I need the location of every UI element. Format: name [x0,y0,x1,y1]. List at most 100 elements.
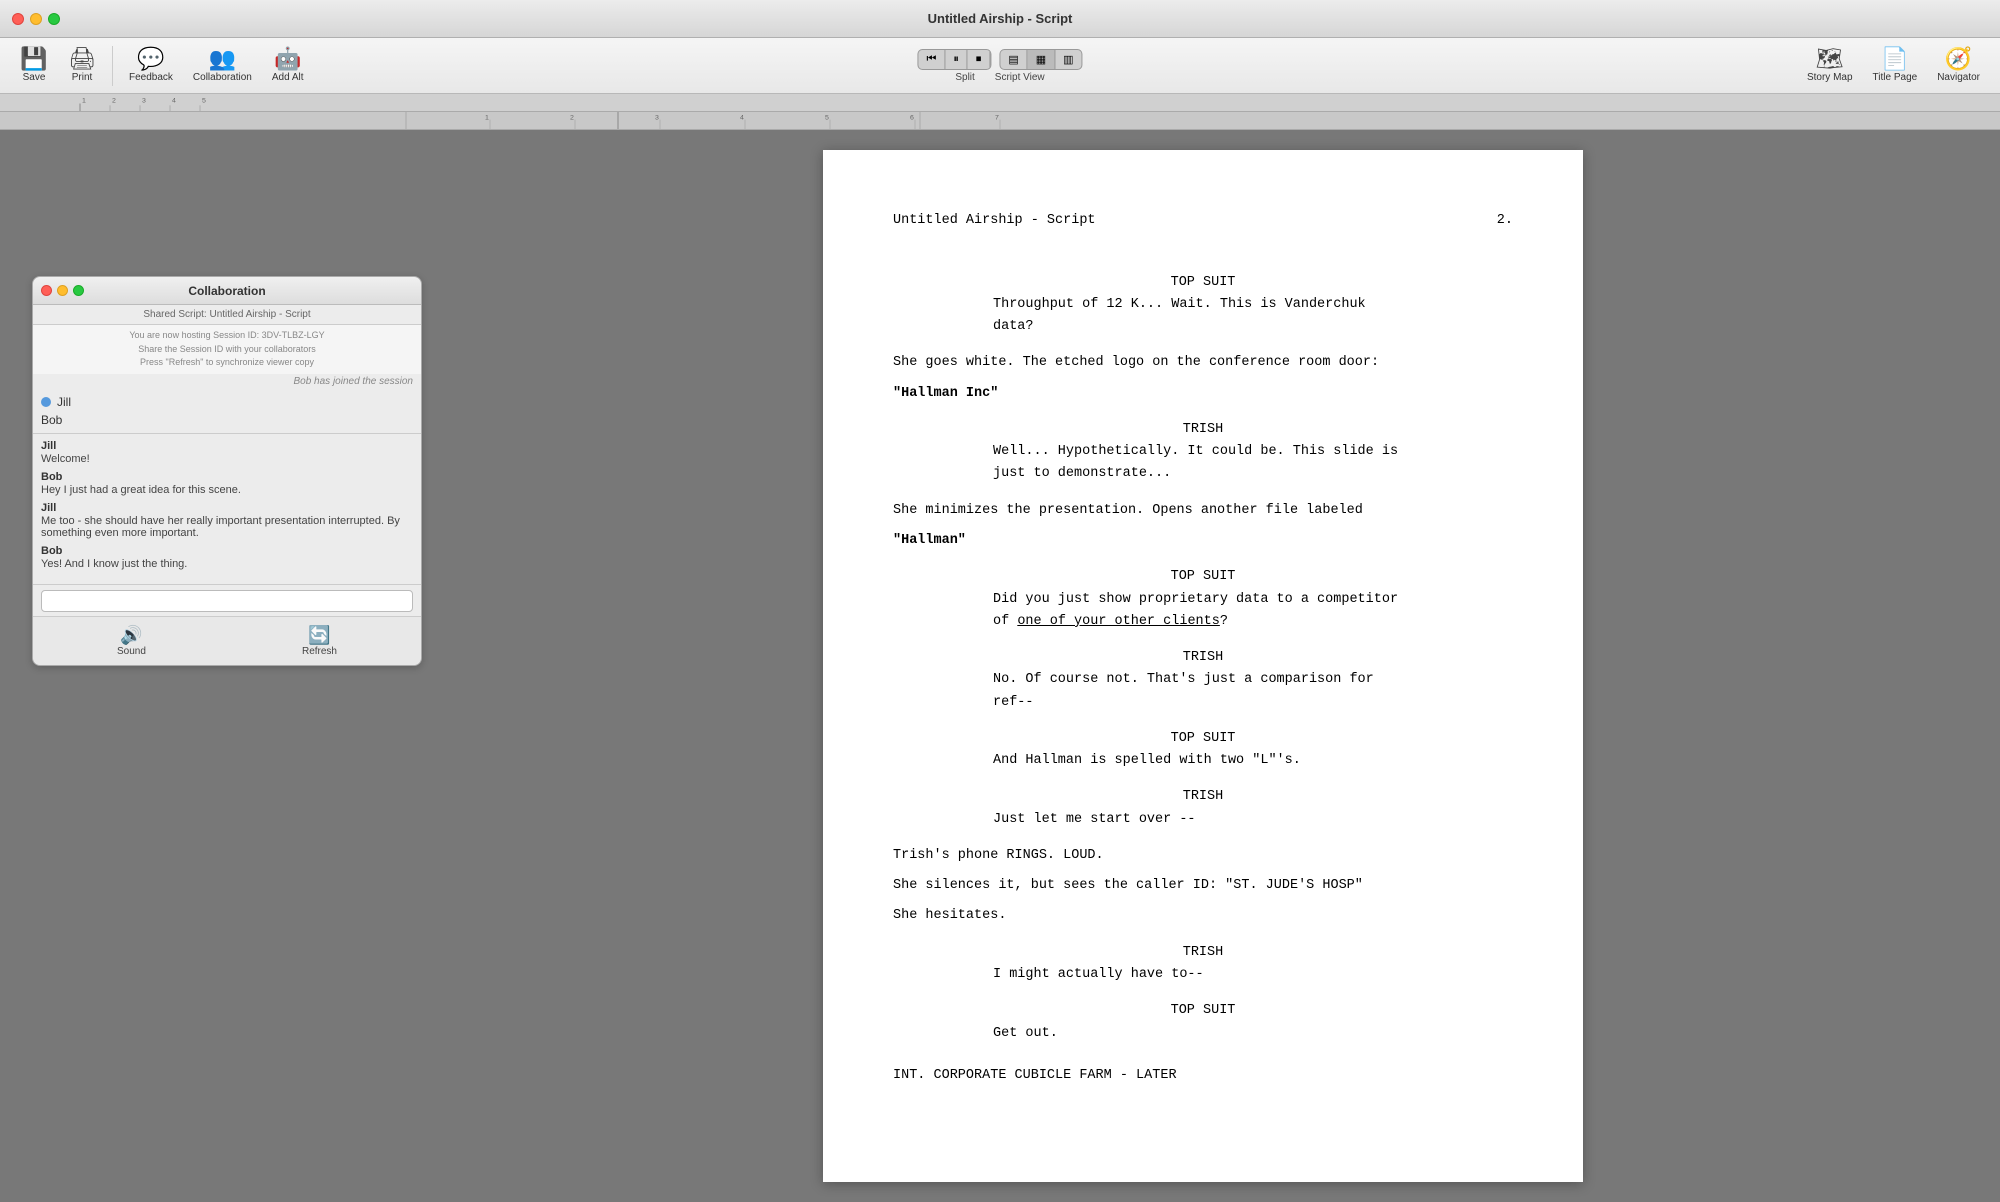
session-share: Share the Session ID with your collabora… [41,343,413,357]
svg-text:2: 2 [570,115,574,122]
chat-message-1: Jill Welcome! [41,440,413,465]
session-refresh: Press "Refresh" to synchronize viewer co… [41,356,413,370]
view-controls: ▤ ▦ ▥ [999,49,1082,70]
jill-indicator [41,397,51,407]
chat-input[interactable] [41,590,413,612]
jill-name: Jill [57,395,71,409]
feedback-button[interactable]: 💬 Feedback [121,44,181,87]
window-title: Untitled Airship - Script [928,11,1073,26]
view-btn-3[interactable]: ▥ [1055,50,1081,69]
story-map-button[interactable]: 🗺 Story Map [1799,44,1861,87]
navigator-icon: 🧭 [1945,48,1972,70]
svg-text:1: 1 [485,115,489,122]
collab-user-jill: Jill [41,393,413,411]
maximize-button[interactable] [48,13,60,25]
title-bar: Untitled Airship - Script [0,0,2000,38]
save-icon: 💾 [20,48,47,70]
svg-text:6: 6 [910,115,914,122]
chat-message-4: Bob Yes! And I know just the thing. [41,545,413,570]
print-label: Print [72,72,93,83]
collab-user-list: Jill Bob [33,389,421,434]
chat-message-3: Jill Me too - she should have her really… [41,502,413,539]
collab-bottom-bar: 🔊 Sound 🔄 Refresh [33,616,421,665]
collaboration-button[interactable]: 👥 Collaboration [185,44,260,87]
sound-button[interactable]: 🔊 Sound [109,623,154,659]
action-white: She goes white. The etched logo on the c… [893,352,1513,374]
print-button[interactable]: 🖨 Print [60,44,104,87]
chat-text-2: Hey I just had a great idea for this sce… [41,484,413,496]
refresh-label: Refresh [302,646,337,657]
top-ruler: 1 2 3 4 5 [0,94,2000,112]
collab-min-button[interactable] [57,285,68,296]
traffic-lights [12,13,60,25]
svg-text:3: 3 [142,98,146,105]
minimize-button[interactable] [30,13,42,25]
collaboration-panel: Collaboration Shared Script: Untitled Ai… [32,276,422,666]
addalt-button[interactable]: 🤖 Add Alt [264,44,312,87]
chat-input-area [33,584,421,616]
chat-sender-4: Bob [41,545,413,557]
char-top-suit-4: TOP SUIT [893,1000,1513,1022]
save-label: Save [23,72,46,83]
char-trish-3: TRISH [893,786,1513,808]
title-page-icon: 📄 [1881,48,1908,70]
pause-button[interactable]: ⏸ [945,50,968,69]
right-toolbar: 🗺 Story Map 📄 Title Page 🧭 Navigator [1799,44,1988,87]
story-map-icon: 🗺 [1816,48,1844,70]
print-icon: 🖨 [68,48,96,70]
script-view-label: Script View [995,72,1045,83]
action-silences: She silences it, but sees the caller ID:… [893,875,1513,897]
svg-text:2: 2 [112,98,116,105]
view-btn-2[interactable]: ▦ [1028,50,1055,69]
char-trish-1: TRISH [893,419,1513,441]
sound-label: Sound [117,646,146,657]
action-hallman: "Hallman" [893,530,1513,552]
view-btn-1[interactable]: ▤ [1000,50,1027,69]
main-area: Collaboration Shared Script: Untitled Ai… [0,130,2000,1202]
stop-button[interactable]: ⏹ [968,50,991,69]
session-notice: You are now hosting Session ID: 3DV-TLBZ… [41,329,413,343]
script-page-num: 2. [1497,210,1513,232]
bob-name: Bob [41,413,62,427]
play-back-button[interactable]: ⏮ [918,50,945,69]
script-area[interactable]: Untitled Airship - Script 2. TOP SUIT Th… [406,130,2000,1202]
svg-text:4: 4 [740,115,744,122]
script-title: Untitled Airship - Script [893,210,1096,232]
char-top-suit-2: TOP SUIT [893,566,1513,588]
collab-title-bar: Collaboration [33,277,421,305]
collab-session-info: You are now hosting Session ID: 3DV-TLBZ… [33,325,421,374]
chat-sender-2: Bob [41,471,413,483]
close-button[interactable] [12,13,24,25]
chat-text-4: Yes! And I know just the thing. [41,558,413,570]
dialogue-top-suit-3: And Hallman is spelled with two "L"'s. [893,750,1513,772]
chat-message-2: Bob Hey I just had a great idea for this… [41,471,413,496]
collab-panel-title: Collaboration [188,284,265,298]
collaboration-icon: 👥 [209,48,236,70]
title-page-button[interactable]: 📄 Title Page [1865,44,1926,87]
collaboration-label: Collaboration [193,72,252,83]
collab-max-button[interactable] [73,285,84,296]
char-top-suit-3: TOP SUIT [893,728,1513,750]
content-ruler: 1 2 3 4 5 6 7 [0,112,2000,130]
script-content: TOP SUIT Throughput of 12 K... Wait. Thi… [893,272,1513,1087]
navigator-button[interactable]: 🧭 Navigator [1929,44,1988,87]
svg-text:7: 7 [995,115,999,122]
svg-text:4: 4 [172,98,176,105]
char-top-suit-1: TOP SUIT [893,272,1513,294]
collab-close-button[interactable] [41,285,52,296]
dialogue-top-suit-2: Did you just show proprietary data to a … [893,589,1513,634]
collab-traffic-lights [41,285,84,296]
collab-shared-info: Shared Script: Untitled Airship - Script [33,305,421,325]
action-rings: Trish's phone RINGS. LOUD. [893,845,1513,867]
dialogue-trish-4: I might actually have to-- [893,964,1513,986]
chat-area: Jill Welcome! Bob Hey I just had a great… [33,434,421,585]
toolbar: 💾 Save 🖨 Print 💬 Feedback 👥 Collaboratio… [0,38,2000,94]
refresh-button[interactable]: 🔄 Refresh [294,623,345,659]
script-header: Untitled Airship - Script 2. [893,210,1513,232]
story-map-label: Story Map [1807,72,1853,83]
svg-text:1: 1 [82,98,86,105]
save-button[interactable]: 💾 Save [12,44,56,87]
playback-controls: ⏮ ⏸ ⏹ [917,49,991,70]
action-hesitates: She hesitates. [893,905,1513,927]
title-page-label: Title Page [1873,72,1918,83]
